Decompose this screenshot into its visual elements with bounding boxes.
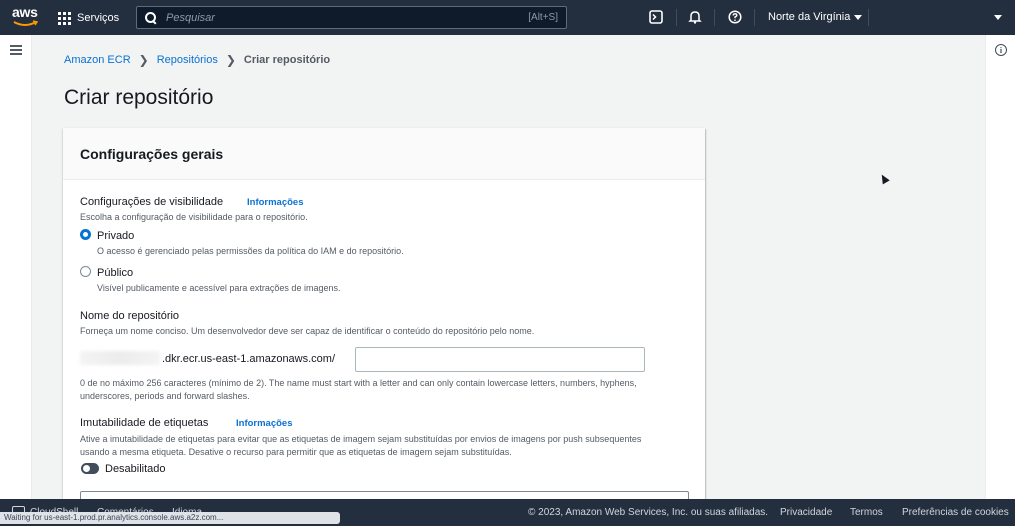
nav-divider [754,9,755,26]
repo-name-input[interactable] [355,347,645,372]
services-menu-button[interactable]: Serviços [58,8,119,28]
footer-copyright: © 2023, Amazon Web Services, Inc. ou sua… [528,507,769,518]
page-title: Criar repositório [64,86,214,109]
nav-divider [868,9,869,26]
radio-private-label[interactable]: Privado [97,230,134,242]
search-icon [145,11,157,24]
cloudshell-icon[interactable] [648,9,664,25]
tag-immutability-toggle[interactable] [81,463,99,474]
footer-cookies-link[interactable]: Preferências de cookies [902,507,1009,518]
tag-immutability-info-link[interactable]: Informações [236,418,293,429]
radio-private-description: O acesso é gerenciado pelas permissões d… [97,246,404,256]
repo-name-constraint-1: 0 de no máximo 256 caracteres (mínimo de… [80,378,637,388]
visibility-description: Escolha a configuração de visibilidade p… [80,212,308,222]
repo-uri-prefix: .dkr.ecr.us-east-1.amazonaws.com/ [162,353,336,365]
region-label: Norte da Virgínia [768,11,851,23]
nav-divider [676,9,677,26]
container-header: Configurações gerais [63,128,705,180]
footer-privacy-link[interactable]: Privacidade [780,507,832,518]
services-label: Serviços [77,12,120,24]
side-navigation-rail [0,35,32,499]
footer-terms-link[interactable]: Termos [850,507,883,518]
repo-name-label: Nome do repositório [80,310,180,322]
mouse-cursor-icon [878,172,890,185]
tag-immutability-description-1: Ative a imutabilidade de etiquetas para … [80,434,642,444]
nav-divider [714,9,715,26]
visibility-label: Configurações de visibilidade [80,196,224,208]
aws-smile-icon [13,20,39,26]
breadcrumb-link-repositories[interactable]: Repositórios [157,54,218,66]
radio-public[interactable] [80,266,91,277]
visibility-info-link[interactable]: Informações [247,197,304,208]
info-icon[interactable]: i [995,44,1007,56]
chevron-right-icon: ❯ [225,53,236,67]
breadcrumb-current: Criar repositório [243,54,331,66]
help-icon[interactable] [727,9,743,25]
caret-down-icon [854,14,863,20]
tag-immutability-description-2: usando a mesma etiqueta. Desative o recu… [80,447,512,457]
radio-private[interactable] [80,229,91,240]
search-shortcut-hint: [Alt+S] [528,12,558,23]
notifications-bell-icon[interactable] [687,9,703,25]
menu-hamburger-icon[interactable] [10,45,22,55]
aws-logo[interactable]: aws [12,5,42,29]
repo-name-description: Forneça um nome conciso. Um desenvolvedo… [80,326,535,336]
browser-status-bar: Waiting for us-east-1.prod.pr.analytics.… [0,512,340,524]
search-input[interactable] [166,11,529,24]
tag-immutability-label: Imutabilidade de etiquetas [80,417,209,429]
top-navigation: aws Serviços [Alt+S] Norte da Virgínia [0,0,1015,35]
radio-public-label[interactable]: Público [97,267,133,279]
account-id-redacted [80,351,160,365]
help-panel-rail: i [985,35,1015,499]
region-selector[interactable]: Norte da Virgínia [768,11,863,23]
tag-immutability-toggle-label[interactable]: Desabilitado [105,463,166,475]
grid-icon [58,11,71,25]
aws-logo-text: aws [12,4,38,20]
breadcrumb-link-ecr[interactable]: Amazon ECR [64,54,131,66]
repo-name-constraint-2: underscores, periods and forward slashes… [80,391,250,401]
account-menu-caret-icon[interactable] [994,15,1002,20]
radio-public-description: Visível publicamente e acessível para ex… [97,283,341,293]
breadcrumb: Amazon ECR ❯ Repositórios ❯ Criar reposi… [64,53,330,67]
global-search[interactable]: [Alt+S] [136,6,567,29]
chevron-right-icon: ❯ [138,53,149,67]
